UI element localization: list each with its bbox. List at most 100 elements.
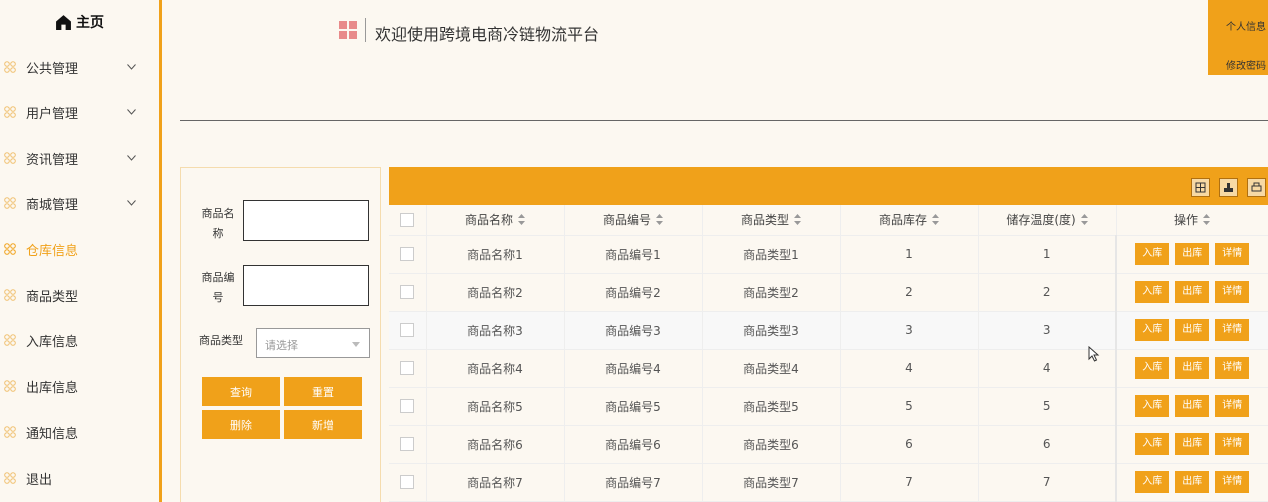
column-header[interactable]: 商品库存 — [840, 205, 979, 236]
change-password-link[interactable]: 修改密码 — [1226, 57, 1266, 72]
table-cell: 商品名称3 — [426, 311, 565, 350]
name-label: 商品名称 — [201, 207, 235, 240]
columns-icon — [1195, 182, 1206, 193]
row-actions: 入库 出库 详情 — [1115, 273, 1268, 312]
row-checkbox[interactable] — [400, 285, 415, 300]
row-checkbox[interactable] — [400, 361, 415, 376]
sidebar-item[interactable]: 通知信息 — [0, 417, 159, 447]
details-button[interactable]: 详情 — [1215, 319, 1250, 341]
details-button[interactable]: 详情 — [1215, 243, 1250, 265]
table-cell: 商品类型6 — [702, 425, 841, 464]
column-header[interactable]: 商品类型 — [702, 205, 841, 236]
stock-out-button[interactable]: 出库 — [1175, 243, 1210, 265]
home-icon — [56, 14, 71, 30]
type-label: 商品类型 — [199, 334, 243, 347]
details-button[interactable]: 详情 — [1215, 281, 1250, 303]
column-header[interactable]: 操作 — [1116, 205, 1268, 236]
details-button[interactable]: 详情 — [1215, 433, 1250, 455]
row-checkbox[interactable] — [400, 475, 415, 490]
stock-in-button[interactable]: 入库 — [1135, 471, 1170, 493]
sidebar-item[interactable]: 资讯管理 — [0, 143, 159, 173]
details-button[interactable]: 详情 — [1215, 395, 1250, 417]
stock-in-button[interactable]: 入库 — [1135, 319, 1170, 341]
row-actions: 入库 出库 详情 — [1115, 425, 1268, 464]
table-cell: 5 — [978, 387, 1117, 426]
sidebar-item-label: 资讯管理 — [26, 152, 79, 168]
delete-button[interactable]: 删除 — [202, 410, 280, 439]
export-button[interactable] — [1219, 178, 1238, 197]
table-cell: 7 — [978, 463, 1117, 502]
stock-out-button[interactable]: 出库 — [1175, 471, 1210, 493]
flower-icon — [4, 472, 16, 484]
flower-icon — [4, 197, 16, 209]
sidebar-item[interactable]: 退出 — [0, 463, 159, 493]
product-type-select[interactable]: 请选择 — [256, 328, 370, 358]
stock-out-button[interactable]: 出库 — [1175, 319, 1210, 341]
details-button[interactable]: 详情 — [1215, 471, 1250, 493]
page-title: 欢迎使用跨境电商冷链物流平台 — [375, 25, 600, 44]
user-menu: 个人信息 修改密码 — [1208, 0, 1268, 75]
table-cell: 商品编号2 — [564, 273, 703, 312]
stock-in-button[interactable]: 入库 — [1135, 357, 1170, 379]
print-button[interactable] — [1247, 178, 1266, 197]
sidebar-item[interactable]: 商城管理 — [0, 188, 159, 218]
stock-out-button[interactable]: 出库 — [1175, 395, 1210, 417]
filter-columns-button[interactable] — [1191, 178, 1210, 197]
select-all-cell — [389, 205, 427, 236]
flower-icon — [4, 106, 16, 118]
sidebar-item-label: 通知信息 — [26, 426, 79, 442]
sidebar-item[interactable]: 出库信息 — [0, 371, 159, 401]
row-actions: 入库 出库 详情 — [1115, 349, 1268, 388]
column-header[interactable]: 商品名称 — [426, 205, 565, 236]
sidebar-item[interactable]: 仓库信息 — [0, 234, 159, 264]
table-cell: 商品名称4 — [426, 349, 565, 388]
reset-button[interactable]: 重置 — [284, 377, 362, 406]
chevron-down-icon — [127, 109, 136, 115]
stock-in-button[interactable]: 入库 — [1135, 243, 1170, 265]
table-cell: 1 — [840, 235, 979, 274]
table-row: 商品名称1 商品编号1 商品类型1 1 1 入库 出库 详情 — [389, 235, 1268, 274]
mouse-cursor-icon — [1088, 346, 1100, 362]
flower-icon — [4, 426, 16, 438]
code-label: 商品编号 — [201, 271, 235, 304]
column-header[interactable]: 商品编号 — [564, 205, 703, 236]
table-cell: 商品类型2 — [702, 273, 841, 312]
table-cell: 商品编号5 — [564, 387, 703, 426]
row-checkbox[interactable] — [400, 437, 415, 452]
sidebar-item-label: 入库信息 — [26, 334, 79, 350]
details-button[interactable]: 详情 — [1215, 357, 1250, 379]
sidebar-item[interactable]: 入库信息 — [0, 325, 159, 355]
sidebar-item[interactable]: 公共管理 — [0, 52, 159, 82]
home-link[interactable]: 主页 — [0, 0, 159, 44]
stock-in-button[interactable]: 入库 — [1135, 395, 1170, 417]
stock-in-button[interactable]: 入库 — [1135, 433, 1170, 455]
header-divider — [365, 18, 366, 42]
row-checkbox[interactable] — [400, 247, 415, 262]
table: 商品名称 商品编号 商品类型 商品库存 储存温度(度) 操作 商品名称1 商品编号… — [389, 205, 1268, 502]
search-panel: 商品名称 商品编号 商品类型 请选择 查询 重置 删除 新增 — [180, 167, 381, 502]
row-checkbox[interactable] — [400, 323, 415, 338]
sidebar-item-label: 商品类型 — [26, 289, 79, 305]
stock-out-button[interactable]: 出库 — [1175, 281, 1210, 303]
sidebar-item[interactable]: 商品类型 — [0, 280, 159, 310]
row-actions: 入库 出库 详情 — [1115, 463, 1268, 502]
product-name-input[interactable] — [243, 200, 369, 241]
row-select-cell — [389, 235, 427, 274]
stock-out-button[interactable]: 出库 — [1175, 433, 1210, 455]
table-cell: 商品类型3 — [702, 311, 841, 350]
sidebar-item[interactable]: 用户管理 — [0, 97, 159, 127]
stock-out-button[interactable]: 出库 — [1175, 357, 1210, 379]
add-button[interactable]: 新增 — [284, 410, 362, 439]
select-all-checkbox[interactable] — [400, 213, 415, 227]
personal-info-link[interactable]: 个人信息 — [1226, 18, 1266, 33]
chevron-down-icon — [127, 64, 136, 70]
table-cell: 3 — [840, 311, 979, 350]
flower-icon — [4, 289, 16, 301]
row-checkbox[interactable] — [400, 399, 415, 414]
query-button[interactable]: 查询 — [202, 377, 280, 406]
table-cell: 商品编号4 — [564, 349, 703, 388]
product-code-input[interactable] — [243, 265, 369, 306]
flower-icon — [4, 334, 16, 346]
column-header[interactable]: 储存温度(度) — [978, 205, 1117, 236]
stock-in-button[interactable]: 入库 — [1135, 281, 1170, 303]
